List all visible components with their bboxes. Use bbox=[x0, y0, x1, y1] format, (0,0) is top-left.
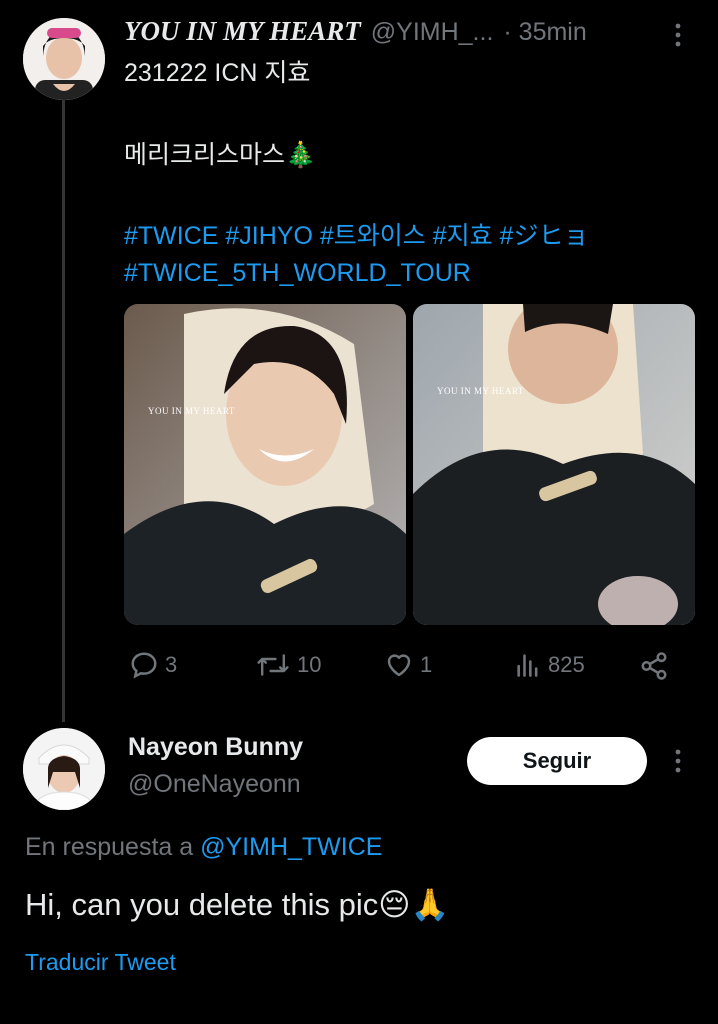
reply-author-handle[interactable]: @OneNayeonn bbox=[128, 770, 301, 799]
tweet-line-1: 231222 ICN 지효 bbox=[124, 59, 311, 87]
views-button[interactable]: 825 bbox=[514, 650, 585, 680]
retweet-button[interactable]: 10 bbox=[255, 650, 321, 680]
reply-icon bbox=[131, 652, 157, 679]
like-button[interactable]: 1 bbox=[384, 650, 432, 680]
tweet-photo-1[interactable]: YOU IN MY HEART bbox=[124, 304, 406, 625]
tweet-header: YOU IN MY HEART @YIMH_... · 35min bbox=[124, 16, 587, 52]
reply-button[interactable]: 3 bbox=[129, 650, 177, 680]
reply-text: Hi, can you delete this pic😔🙏 bbox=[25, 887, 450, 922]
photo-watermark: YOU IN MY HEART bbox=[437, 386, 524, 396]
thread-line bbox=[62, 100, 65, 722]
tweet-time[interactable]: · 35min bbox=[503, 18, 586, 47]
tweet-hashtags-1[interactable]: #TWICE #JIHYO #트와이스 #지효 #ジヒョ bbox=[124, 218, 588, 254]
author-name[interactable]: YOU IN MY HEART bbox=[124, 16, 361, 47]
in-reply-handle[interactable]: @YIMH_TWICE bbox=[200, 833, 382, 861]
views-count: 825 bbox=[548, 652, 585, 677]
author-avatar[interactable] bbox=[23, 18, 105, 100]
follow-button[interactable]: Seguir bbox=[467, 737, 647, 785]
tweet-hashtags-2[interactable]: #TWICE_5TH_WORLD_TOUR bbox=[124, 255, 471, 291]
share-icon[interactable] bbox=[639, 651, 669, 686]
like-count: 1 bbox=[420, 652, 433, 677]
views-icon bbox=[517, 654, 538, 677]
reply-author-avatar[interactable] bbox=[23, 728, 105, 810]
in-reply-prefix: En respuesta a bbox=[25, 833, 194, 861]
tweet-line-2: 메리크리스마스🎄 bbox=[124, 141, 317, 169]
more-icon[interactable] bbox=[670, 746, 686, 776]
retweet-icon bbox=[257, 654, 289, 676]
tweet-photo-2[interactable]: YOU IN MY HEART bbox=[413, 304, 695, 625]
author-handle[interactable]: @YIMH_... bbox=[371, 18, 494, 47]
retweet-count: 10 bbox=[297, 652, 322, 677]
reply-count: 3 bbox=[165, 652, 178, 677]
in-reply-to: En respuesta a @YIMH_TWICE bbox=[25, 833, 382, 862]
like-icon bbox=[387, 654, 411, 677]
reply-author-name[interactable]: Nayeon Bunny bbox=[128, 733, 303, 762]
more-icon[interactable] bbox=[670, 20, 686, 50]
photo-watermark: YOU IN MY HEART bbox=[148, 406, 235, 416]
translate-link[interactable]: Traducir Tweet bbox=[25, 949, 176, 976]
